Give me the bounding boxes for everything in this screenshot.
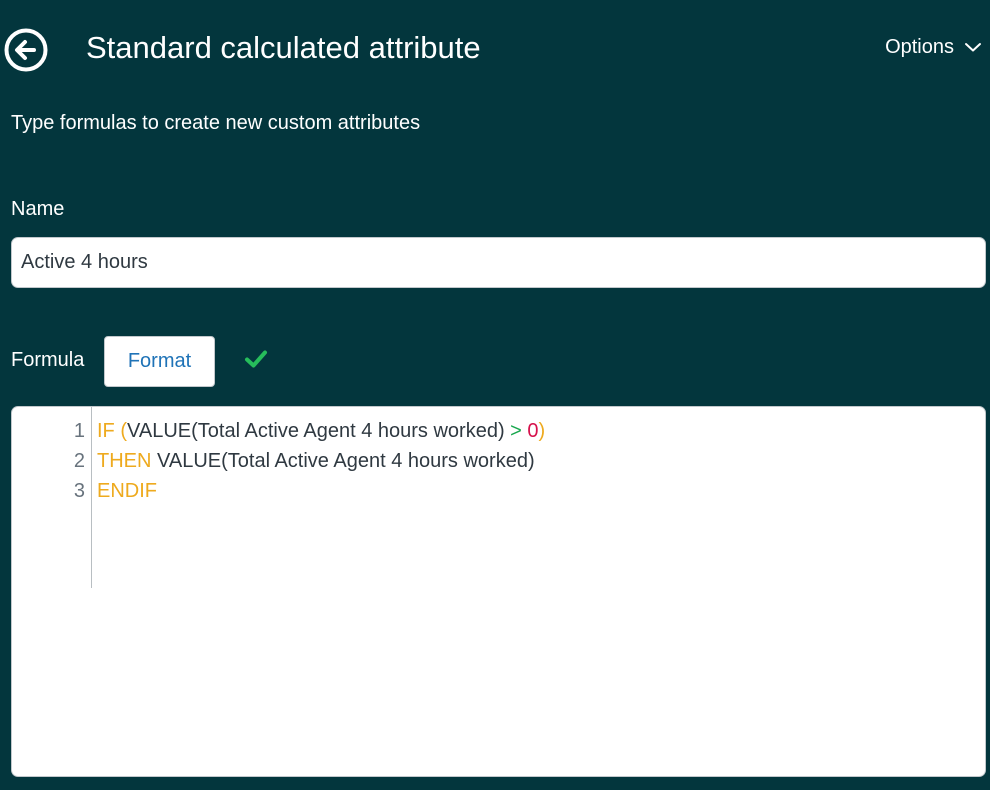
header: Standard calculated attribute Options xyxy=(0,0,990,96)
name-label: Name xyxy=(11,198,65,220)
code-line: THEN VALUE(Total Active Agent 4 hours wo… xyxy=(97,446,535,476)
code-line: ENDIF xyxy=(97,476,157,506)
options-label: Options xyxy=(885,35,954,58)
page-title: Standard calculated attribute xyxy=(86,30,481,65)
name-input[interactable] xyxy=(11,237,986,288)
line-number: 1 xyxy=(73,420,85,442)
checkmark-icon xyxy=(245,350,267,368)
page-description: Type formulas to create new custom attri… xyxy=(11,112,421,134)
options-dropdown[interactable]: Options xyxy=(885,32,982,62)
paren-token: ( xyxy=(120,420,128,442)
arrow-left-circle-icon xyxy=(4,28,48,72)
line-number: 3 xyxy=(73,480,85,502)
code-token: VALUE(Total Active Agent 4 hours worked) xyxy=(127,420,511,442)
line-number-gutter: 1 2 3 xyxy=(12,407,92,588)
code-line: IF (VALUE(Total Active Agent 4 hours wor… xyxy=(97,416,545,446)
operator-token: > xyxy=(510,420,522,442)
number-token: 0 xyxy=(527,420,539,442)
format-button[interactable]: Format xyxy=(104,336,215,387)
paren-token: ) xyxy=(538,420,546,442)
formula-editor[interactable]: 1 2 3 IF (VALUE(Total Active Agent 4 hou… xyxy=(11,406,986,777)
keyword-token: IF xyxy=(97,420,115,442)
back-button[interactable] xyxy=(3,27,49,73)
keyword-token: ENDIF xyxy=(97,480,157,502)
chevron-down-icon xyxy=(965,43,981,52)
line-number: 2 xyxy=(73,450,85,472)
formula-label: Formula xyxy=(11,349,85,371)
keyword-token: THEN xyxy=(97,450,152,472)
code-token: VALUE(Total Active Agent 4 hours worked) xyxy=(151,450,535,472)
